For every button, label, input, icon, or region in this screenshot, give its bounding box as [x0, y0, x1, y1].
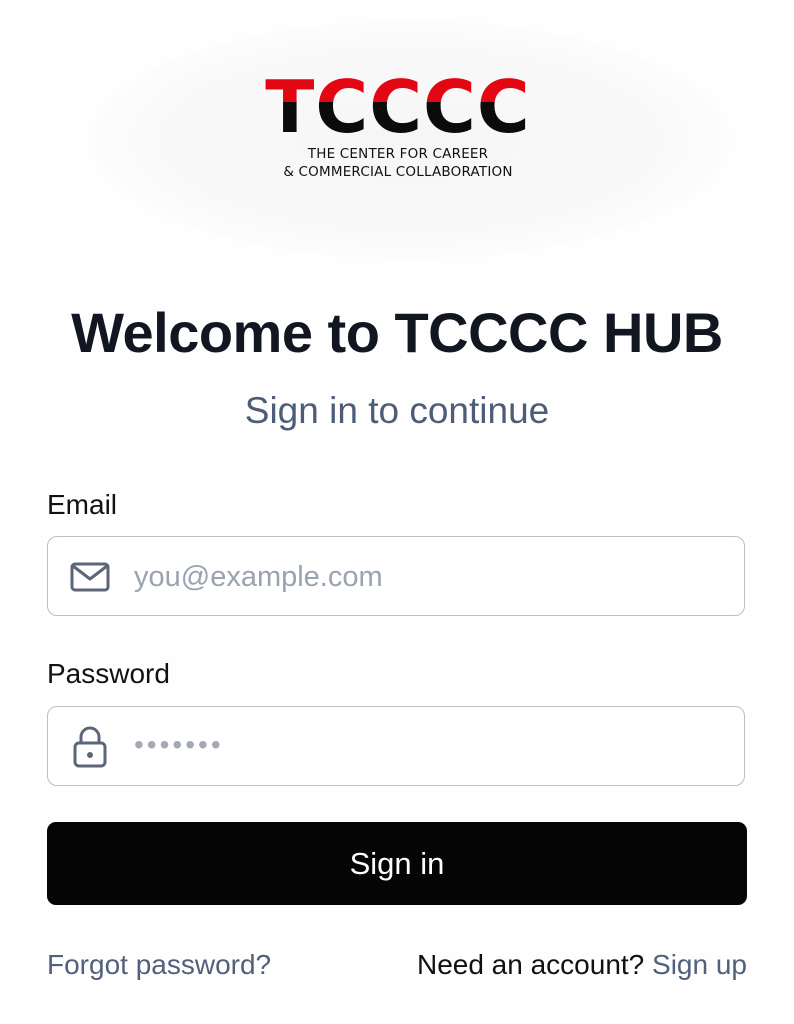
signup-prompt: Need an account? Sign up: [417, 947, 747, 983]
page-title: Welcome to TCCCC HUB: [71, 301, 723, 364]
page-subtitle: Sign in to continue: [244, 390, 550, 431]
forgot-password-link[interactable]: Forgot password?: [47, 947, 271, 983]
logo-area: TCCCC TCCCC THE CENTER FOR CAREER & COMM…: [0, 0, 794, 270]
tcccc-logo: TCCCC TCCCC THE CENTER FOR CAREER & COMM…: [258, 70, 538, 185]
sign-in-button[interactable]: Sign in: [47, 822, 747, 905]
password-field[interactable]: •••••••: [47, 706, 745, 786]
email-label: Email: [47, 489, 118, 520]
email-placeholder: you@example.com: [134, 561, 383, 593]
logo-tagline-line1: THE CENTER FOR CAREER: [307, 146, 489, 162]
password-label: Password: [47, 658, 170, 689]
logo-tagline-line2: & COMMERCIAL COLLABORATION: [283, 164, 513, 180]
mail-icon: [70, 559, 110, 595]
login-page: TCCCC TCCCC THE CENTER FOR CAREER & COMM…: [0, 0, 794, 1024]
password-placeholder: •••••••: [134, 729, 224, 760]
need-account-text: Need an account?: [416, 949, 645, 980]
logo-wordmark: TCCCC TCCCC: [265, 70, 529, 140]
lock-icon: [70, 725, 110, 768]
sign-up-link[interactable]: Sign up: [652, 949, 747, 980]
email-field[interactable]: you@example.com: [47, 536, 745, 616]
